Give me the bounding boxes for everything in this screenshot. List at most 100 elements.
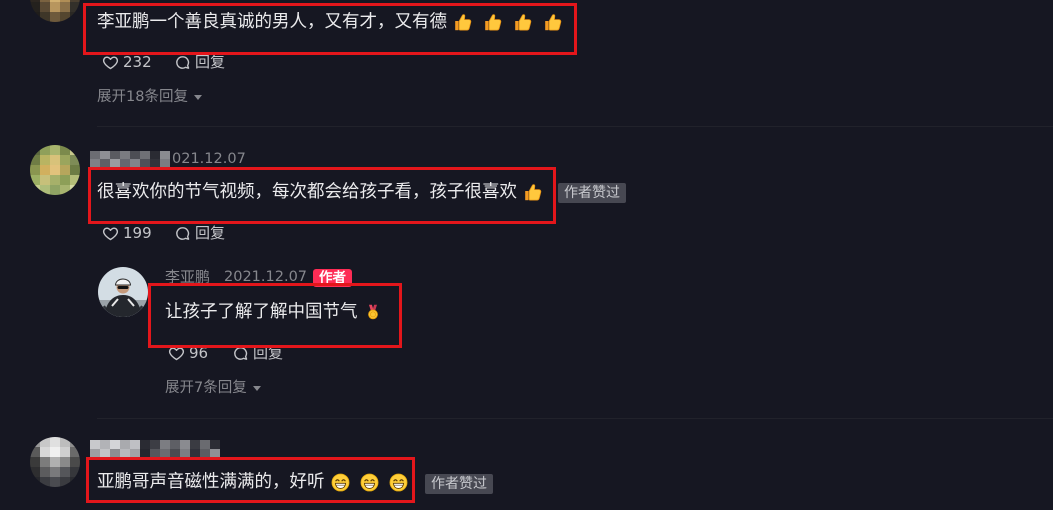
mosaic-tile [30, 477, 40, 487]
mosaic-tile [60, 155, 70, 165]
grin-emoji-icon [389, 473, 408, 492]
mosaic-tile [30, 175, 40, 185]
emoji-row [523, 182, 543, 202]
mosaic-tile [40, 165, 50, 175]
like-count: 232 [123, 53, 152, 71]
mosaic-tile [60, 457, 70, 467]
mosaic-tile [30, 12, 40, 22]
comment-bubble-icon [176, 55, 190, 69]
mosaic-tile [40, 2, 50, 12]
mosaic-tile [70, 457, 80, 467]
mosaic-tile [50, 12, 60, 22]
reply-button[interactable]: 回复 [232, 344, 283, 362]
mosaic-tile [160, 448, 170, 457]
mosaic-tile [30, 457, 40, 467]
username-blurred[interactable] [90, 151, 170, 167]
like-count: 199 [123, 224, 152, 242]
avatar-comment-1[interactable] [30, 0, 80, 22]
expand-replies-button[interactable]: 展开18条回复 [97, 88, 202, 106]
mosaic-tile [150, 159, 160, 167]
mosaic-tile [100, 151, 110, 159]
expand-replies-label: 展开7条回复 [165, 380, 247, 396]
mosaic-tile [40, 12, 50, 22]
mosaic-tile [100, 448, 110, 457]
mosaic-tile [30, 165, 40, 175]
mosaic-tile [30, 145, 40, 155]
reply-text: 让孩子了解了解中国节气 [165, 301, 381, 323]
mosaic-tile [50, 155, 60, 165]
reply-label: 回复 [253, 344, 284, 362]
mosaic-tile [30, 467, 40, 477]
mosaic-tile [50, 165, 60, 175]
grin-emoji-icon [360, 473, 379, 492]
expand-replies-button[interactable]: 展开7条回复 [165, 379, 261, 397]
mosaic-tile [200, 440, 210, 449]
comment-text-content: 李亚鹏一个善良真诚的男人，又有才，又有德 [97, 12, 447, 32]
emoji-row [453, 12, 563, 32]
comment-text: 亚鹏哥声音磁性满满的，好听 [97, 471, 408, 493]
mosaic-tile [40, 477, 50, 487]
heart-outline-icon [168, 346, 185, 360]
mosaic-tile [40, 437, 50, 447]
heart-outline-icon [102, 226, 119, 240]
mosaic-tile [70, 155, 80, 165]
author-badge: 作者 [313, 269, 352, 287]
mosaic-tile [190, 440, 200, 449]
comment-text: 李亚鹏一个善良真诚的男人，又有才，又有德 [97, 11, 563, 33]
mosaic-tile [70, 175, 80, 185]
mosaic-tile [60, 165, 70, 175]
mosaic-tile [160, 151, 170, 159]
reply-username[interactable]: 李亚鹏 [165, 268, 210, 286]
mosaic-tile [140, 448, 150, 457]
mosaic-tile [50, 145, 60, 155]
reply-text-content: 让孩子了解了解中国节气 [165, 302, 358, 322]
mosaic-tile [210, 448, 220, 457]
mosaic-tile [70, 12, 80, 22]
avatar-author[interactable] [98, 267, 148, 317]
mosaic-tile [60, 2, 70, 12]
mosaic-tile [40, 457, 50, 467]
mosaic-tile [50, 437, 60, 447]
mosaic-tile [170, 440, 180, 449]
mosaic-tile [200, 448, 210, 457]
avatar-comment-3[interactable] [30, 437, 80, 487]
mosaic-tile [70, 477, 80, 487]
thumbs-up-emoji-icon [453, 12, 473, 32]
cyclist-photo [98, 267, 148, 317]
mosaic-tile [160, 440, 170, 449]
mosaic-tile [70, 165, 80, 175]
like-button[interactable]: 96 [168, 344, 208, 362]
like-count: 96 [189, 344, 209, 362]
comment-date: 021.12.07 [172, 151, 246, 167]
heart-outline-icon [102, 55, 119, 69]
mosaic-tile [50, 185, 60, 195]
mosaic-tile [160, 159, 170, 167]
like-button[interactable]: 199 [102, 224, 152, 242]
mosaic-tile [40, 155, 50, 165]
mosaic-tile [70, 447, 80, 457]
mosaic-tile [120, 448, 130, 457]
mosaic-tile [130, 448, 140, 457]
mosaic-tile [120, 440, 130, 449]
comment-text: 很喜欢你的节气视频，每次都会给孩子看，孩子很喜欢 [97, 181, 543, 203]
comment-text-content: 很喜欢你的节气视频，每次都会给孩子看，孩子很喜欢 [97, 182, 517, 202]
mosaic-tile [70, 185, 80, 195]
avatar-comment-2[interactable] [30, 145, 80, 195]
mosaic-tile [60, 145, 70, 155]
mosaic-tile [60, 437, 70, 447]
mosaic-tile [50, 447, 60, 457]
mosaic-tile [40, 175, 50, 185]
mosaic-tile [70, 145, 80, 155]
reply-button[interactable]: 回复 [174, 53, 225, 71]
thumbs-up-emoji-icon [513, 12, 533, 32]
mosaic-tile [60, 12, 70, 22]
username-blurred[interactable] [90, 440, 220, 457]
author-liked-tag: 作者赞过 [425, 474, 493, 494]
thumbs-up-emoji-icon [523, 182, 543, 202]
emoji-row [365, 302, 381, 322]
like-button[interactable]: 232 [102, 53, 152, 71]
caret-down-icon [193, 94, 202, 100]
reply-button[interactable]: 回复 [174, 224, 225, 242]
mosaic-tile [120, 159, 130, 167]
mosaic-tile [110, 440, 120, 449]
